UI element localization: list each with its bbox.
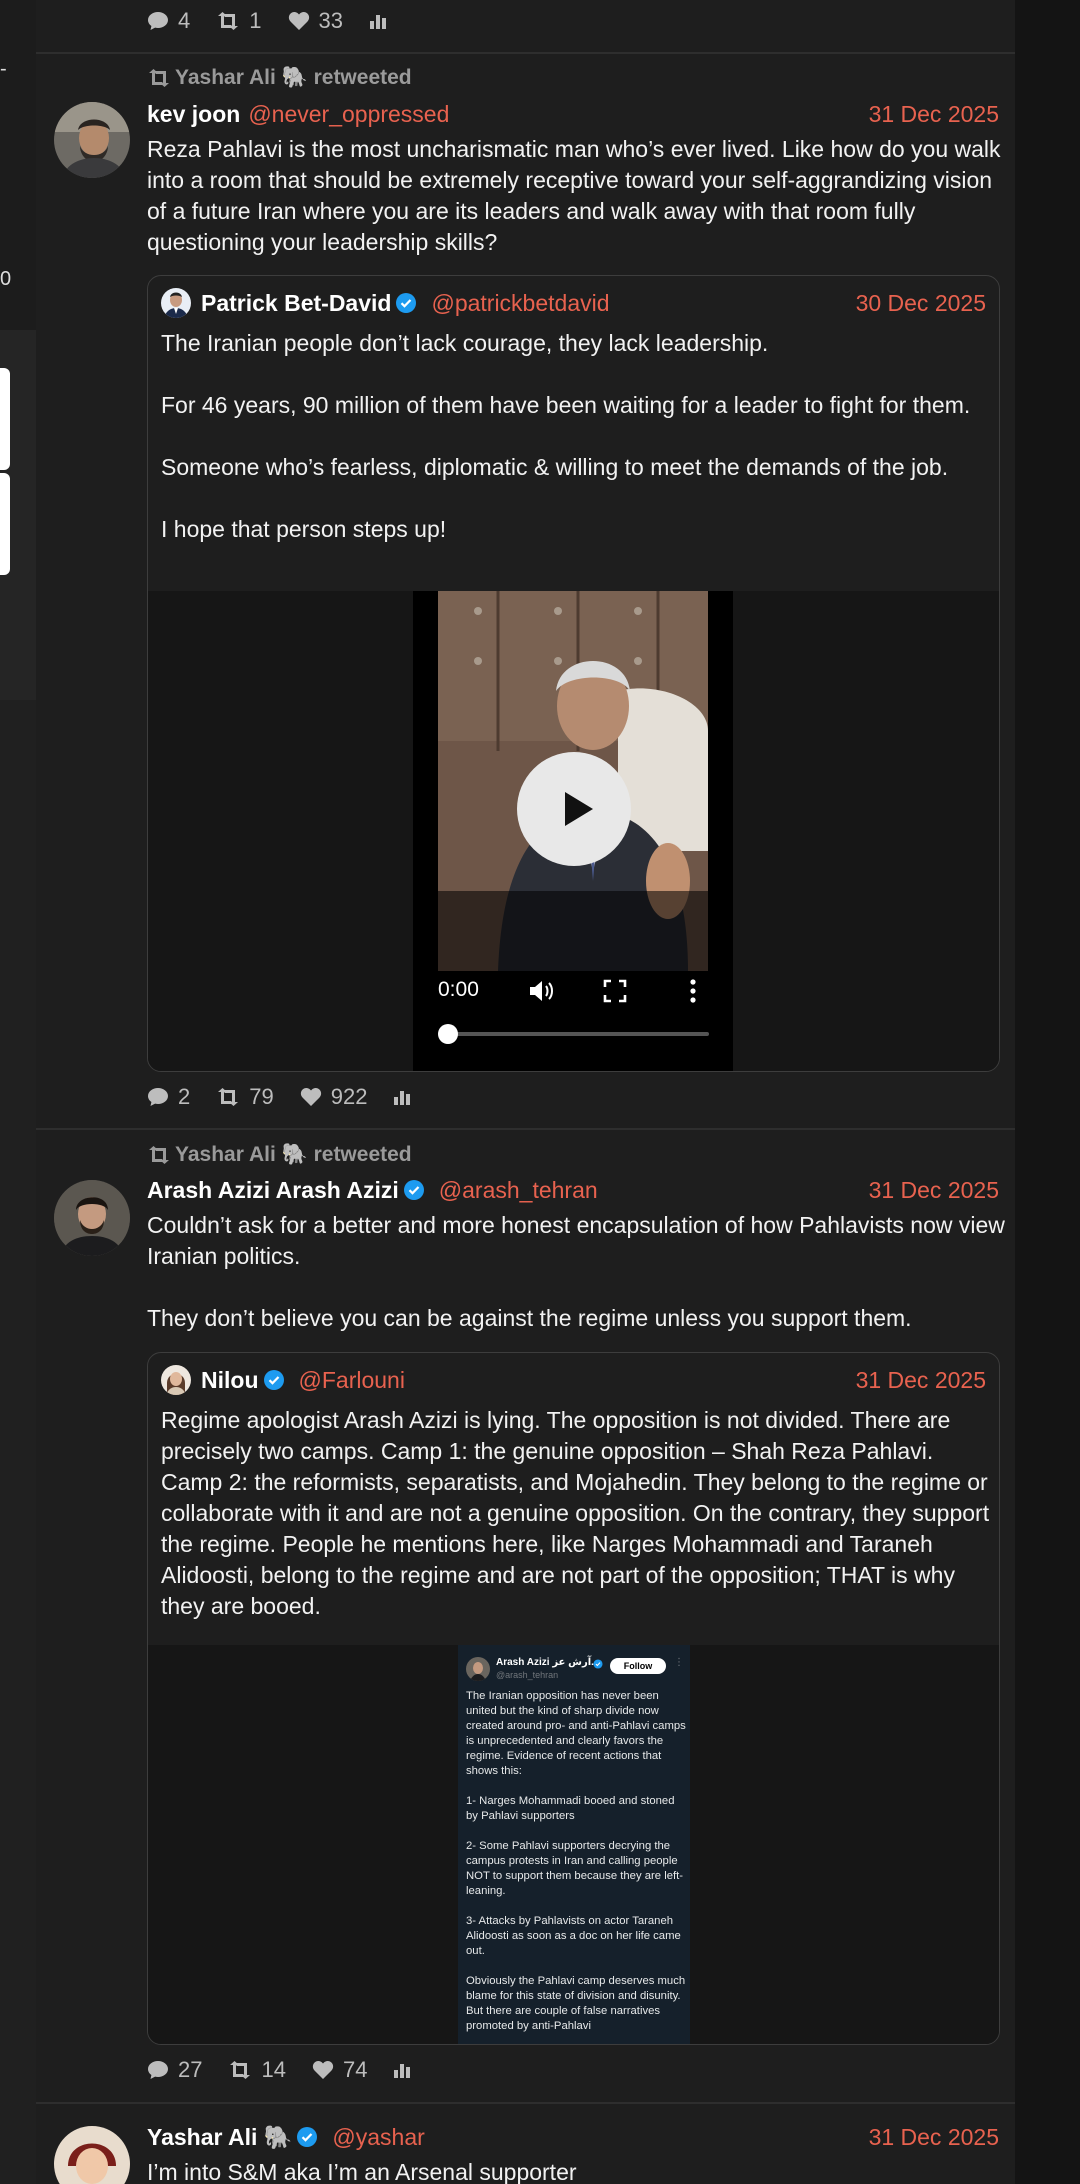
post-header: kev joon @never_oppressed 31 Dec 2025 (147, 98, 999, 130)
retweet-button[interactable]: 14 (228, 2057, 286, 2083)
retweet-banner: Yashar Ali 🐘 retweeted (147, 66, 412, 90)
author-name[interactable]: Yashar Ali 🐘 (147, 2124, 292, 2151)
analytics-button[interactable] (393, 1088, 420, 1106)
embedded-text: The Iranian opposition has never been un… (466, 1690, 686, 2032)
analytics-icon (394, 2064, 411, 2078)
analytics-button[interactable] (393, 2061, 420, 2079)
heart-icon (312, 2061, 334, 2079)
video-player[interactable]: 0:00 (413, 591, 733, 1071)
heart-icon (288, 12, 309, 30)
author-name[interactable]: Arash Azizi Arash Azizi (147, 1177, 399, 1204)
post-text: Reza Pahlavi is the most uncharismatic m… (147, 136, 1001, 255)
embedded-handle: @arash_tehran (496, 1670, 559, 1680)
side-panel-button[interactable] (0, 473, 10, 575)
verified-badge-icon (396, 293, 417, 313)
post-actions: 4 1 33 (147, 6, 422, 36)
video-progress-track[interactable] (438, 1024, 709, 1044)
retweet-banner: Yashar Ali 🐘 retweeted (147, 1143, 412, 1167)
author-handle[interactable]: @never_oppressed (248, 101, 449, 128)
post-date[interactable]: 31 Dec 2025 (869, 101, 999, 128)
play-button[interactable] (517, 752, 631, 866)
play-icon (565, 792, 593, 826)
fullscreen-icon[interactable] (602, 978, 628, 1004)
side-panel-mark: - (0, 58, 7, 80)
quote-author-handle[interactable]: @Farlouni (299, 1367, 405, 1394)
quote-author-name[interactable]: Nilou (201, 1367, 259, 1394)
post-text: I’m into S&M aka I’m an Arsenal supporte… (147, 2159, 577, 2184)
verified-badge-icon (593, 1659, 603, 1669)
post-date[interactable]: 31 Dec 2025 (869, 1177, 999, 1204)
author-handle[interactable]: @arash_tehran (439, 1177, 598, 1204)
verified-badge-icon (263, 1370, 284, 1390)
side-panel-button[interactable] (0, 368, 10, 470)
quote-header: Patrick Bet-David @patrickbetdavid 30 De… (161, 287, 986, 319)
quote-author-handle[interactable]: @patrickbetdavid (431, 290, 609, 317)
image-container: Arash Azizi آرش عز... @arash_tehran Foll… (148, 1645, 999, 2044)
like-button[interactable]: 33 (288, 8, 343, 34)
avatar[interactable] (54, 2126, 130, 2184)
video-time: 0:00 (438, 978, 479, 1001)
video-progress-handle[interactable] (438, 1024, 458, 1044)
verified-badge-icon (297, 2127, 318, 2147)
heart-icon (300, 1088, 321, 1106)
video-container: 0:00 (148, 591, 999, 1071)
timeline: 4 1 33 Yashar Ali 🐘 retweeted kev joon @… (36, 0, 1015, 2184)
volume-icon[interactable] (526, 976, 556, 1006)
analytics-icon (369, 15, 386, 29)
reply-button[interactable]: 4 (147, 8, 190, 34)
author-name[interactable]: kev joon (147, 101, 240, 128)
retweet-icon (230, 2061, 251, 2079)
right-gutter (1015, 0, 1080, 2184)
post-actions: 27 14 74 (147, 2055, 446, 2085)
post-header: Yashar Ali 🐘 @yashar 31 Dec 2025 (147, 2121, 999, 2153)
side-panel-count: 0 (0, 268, 12, 290)
post-text: Couldn’t ask for a better and more hones… (147, 1212, 1005, 1331)
reply-button[interactable]: 2 (147, 1084, 190, 1110)
like-button[interactable]: 74 (312, 2057, 367, 2083)
retweet-icon (149, 1146, 169, 1164)
embedded-follow-button: Follow (610, 1658, 666, 1674)
reply-icon (148, 1088, 168, 1106)
quote-text: The Iranian people don’t lack courage, t… (161, 330, 971, 542)
post-header: Arash Azizi Arash Azizi @arash_tehran 31… (147, 1174, 999, 1206)
post-actions: 2 79 922 (147, 1082, 446, 1112)
more-options-icon[interactable] (688, 978, 698, 1004)
quoted-post[interactable]: Patrick Bet-David @patrickbetdavid 30 De… (147, 275, 1000, 1072)
like-button[interactable]: 922 (300, 1084, 367, 1110)
avatar[interactable] (54, 1180, 130, 1256)
quote-avatar[interactable] (161, 1365, 191, 1395)
quoted-post[interactable]: Nilou @Farlouni 31 Dec 2025 Regime apolo… (147, 1352, 1000, 2045)
analytics-button[interactable] (369, 12, 396, 30)
quote-header: Nilou @Farlouni 31 Dec 2025 (161, 1364, 986, 1396)
retweet-icon (218, 1088, 239, 1106)
quote-avatar[interactable] (161, 288, 191, 318)
retweet-icon (149, 69, 169, 87)
post-divider (36, 52, 1015, 54)
verified-badge-icon (403, 1180, 424, 1200)
embedded-more-icon: ⋮ (674, 1657, 684, 1668)
analytics-icon (394, 1091, 411, 1105)
quote-date[interactable]: 31 Dec 2025 (856, 1367, 986, 1394)
post-divider (36, 2102, 1015, 2104)
quote-date[interactable]: 30 Dec 2025 (856, 290, 986, 317)
reply-button[interactable]: 27 (147, 2057, 202, 2083)
reply-icon (148, 12, 168, 30)
author-handle[interactable]: @yashar (332, 2124, 424, 2151)
post-divider (36, 1128, 1015, 1130)
embedded-screenshot[interactable]: Arash Azizi آرش عز... @arash_tehran Foll… (458, 1645, 690, 2044)
avatar[interactable] (54, 102, 130, 178)
embedded-avatar (466, 1657, 490, 1681)
quote-text: Regime apologist Arash Azizi is lying. T… (161, 1407, 990, 1619)
reply-icon (148, 2061, 168, 2079)
side-panel: - 0 (0, 0, 36, 2184)
retweet-button[interactable]: 79 (216, 1084, 274, 1110)
quote-author-name[interactable]: Patrick Bet-David (201, 290, 391, 317)
post-date[interactable]: 31 Dec 2025 (869, 2124, 999, 2151)
embedded-name: Arash Azizi آرش عز... (496, 1657, 599, 1668)
retweet-icon (218, 12, 239, 30)
retweet-button[interactable]: 1 (216, 8, 262, 34)
